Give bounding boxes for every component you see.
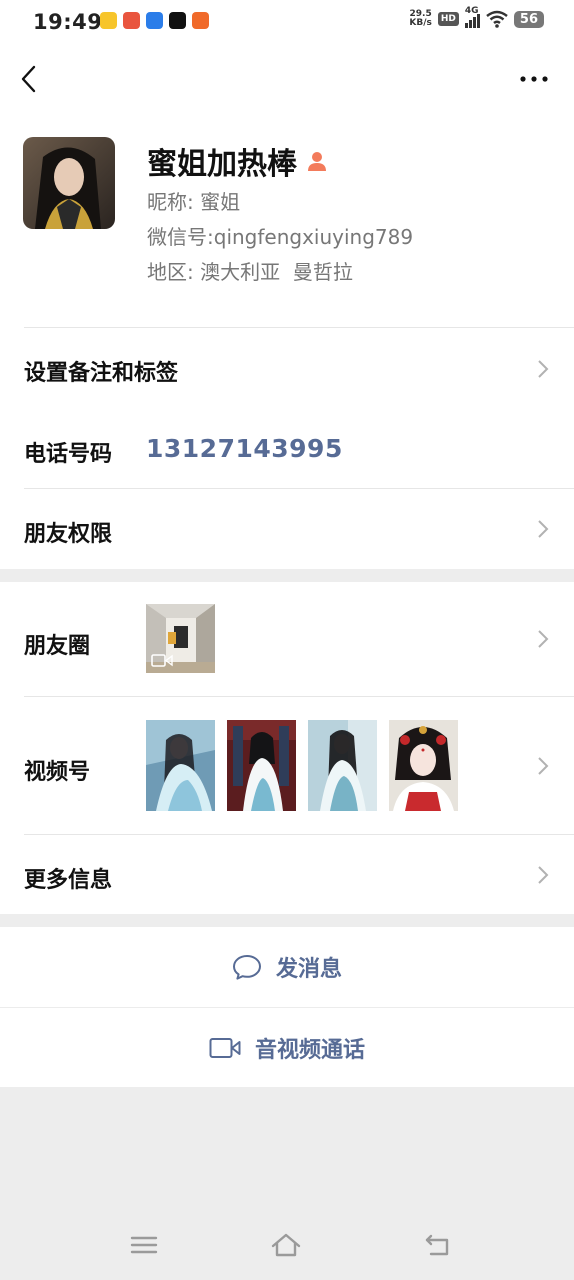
chevron-right-icon (538, 630, 549, 648)
system-nav-bar (0, 1210, 574, 1280)
more-info-row[interactable]: 更多信息 (0, 835, 574, 914)
channels-row[interactable]: 视频号 (0, 697, 574, 834)
app-notification-icon (192, 12, 209, 29)
send-message-label: 发消息 (275, 957, 342, 982)
back-arrow-icon[interactable] (18, 64, 42, 94)
friend-permissions-label: 朋友权限 (24, 522, 113, 547)
set-remark-row[interactable]: 设置备注和标签 (0, 328, 574, 409)
channels-thumbnail (389, 720, 458, 811)
app-notification-icon (123, 12, 140, 29)
notification-icons (100, 12, 209, 29)
phone-label: 电话号码 (24, 442, 113, 467)
video-call-label: 音视频通话 (254, 1037, 365, 1063)
chevron-right-icon (538, 757, 549, 775)
battery-indicator: 56 (513, 10, 544, 28)
moments-thumbnail (146, 604, 215, 673)
signal-icon: 4G (464, 6, 480, 28)
chevron-right-icon (538, 360, 549, 378)
hd-badge: HD (437, 12, 459, 26)
moments-label: 朋友圈 (24, 634, 91, 659)
wifi-icon (486, 10, 508, 28)
remark-name: 蜜姐加热棒 (147, 139, 329, 183)
status-bar: 19:49 29.5 KB/s HD 4G 56 (0, 0, 574, 44)
nickname-line: 昵称: 蜜姐 (147, 190, 241, 214)
channels-thumbnail (227, 720, 296, 811)
avatar[interactable] (23, 137, 115, 229)
app-notification-icon (146, 12, 163, 29)
video-icon (151, 654, 173, 667)
status-time: 19:49 (33, 10, 103, 34)
moments-row[interactable]: 朋友圈 (0, 582, 574, 696)
send-message-button[interactable]: 发消息 (0, 927, 574, 1007)
chevron-right-icon (538, 866, 549, 884)
region-line: 地区: 澳大利亚 曼哲拉 (147, 260, 353, 284)
network-speed: 29.5 KB/s (409, 9, 432, 28)
set-remark-label: 设置备注和标签 (24, 361, 179, 386)
video-call-button[interactable]: 音视频通话 (0, 1008, 574, 1087)
channels-label: 视频号 (24, 760, 91, 785)
more-options-icon[interactable] (518, 70, 550, 88)
phone-number-link[interactable]: 13127143995 (146, 434, 343, 463)
status-indicators: 29.5 KB/s HD 4G 56 (409, 6, 544, 28)
friend-permissions-row[interactable]: 朋友权限 (0, 489, 574, 569)
app-notification-icon (100, 12, 117, 29)
video-camera-icon (209, 1037, 241, 1058)
more-info-label: 更多信息 (24, 868, 113, 893)
channels-thumbnail (308, 720, 377, 811)
back-icon[interactable] (421, 1230, 455, 1260)
tiktok-icon (169, 12, 186, 29)
female-icon (308, 152, 326, 171)
chat-bubble-icon (232, 955, 261, 980)
wechat-id-line: 微信号:qingfengxiuying789 (147, 225, 414, 249)
channels-thumbnail (146, 720, 215, 811)
home-icon[interactable] (269, 1230, 303, 1260)
chevron-right-icon (538, 520, 549, 538)
menu-icon[interactable] (127, 1230, 161, 1260)
